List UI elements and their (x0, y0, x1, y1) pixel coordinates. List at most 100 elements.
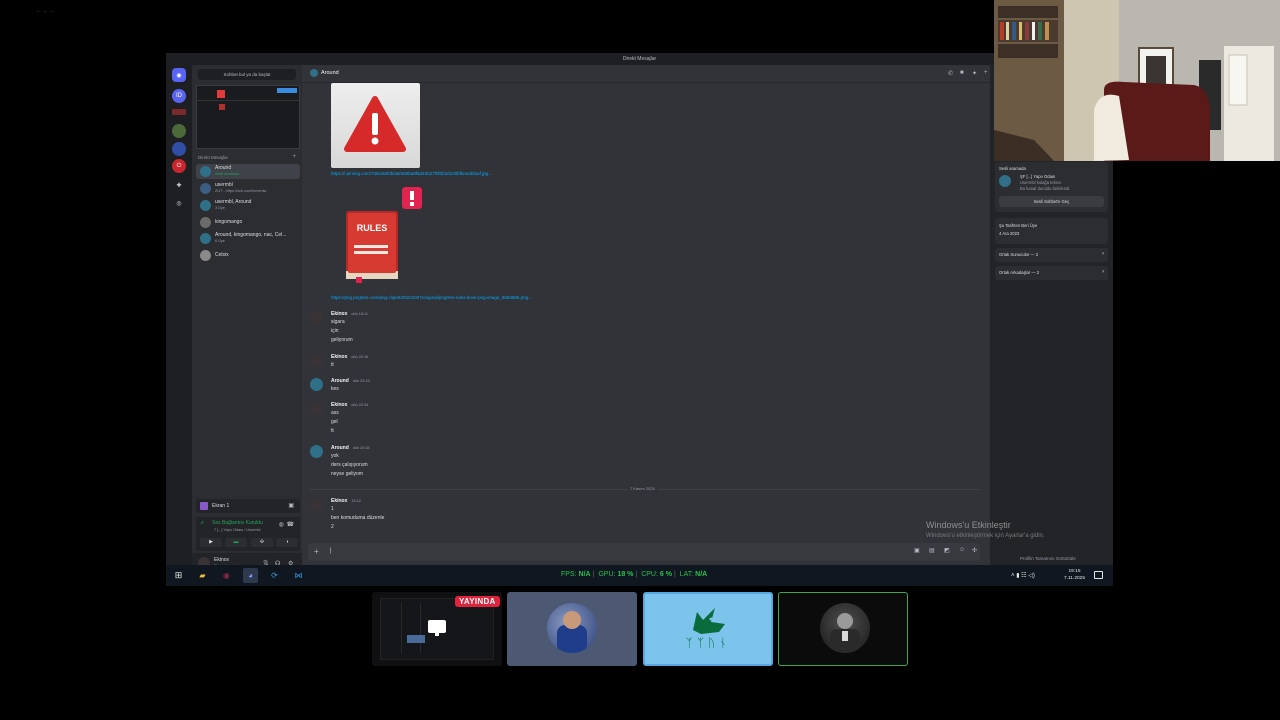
rules-book-icon (346, 187, 422, 283)
dm-name: usermbl, Around (215, 199, 252, 205)
share-screen-button[interactable]: ▬ (225, 538, 247, 547)
avatar-face (837, 613, 853, 629)
server-icon-green[interactable] (172, 124, 186, 138)
sticker-icon[interactable]: ◩ (944, 547, 950, 554)
vscode-icon[interactable]: ⋈ (291, 568, 306, 583)
windows-start-icon[interactable]: ⊞ (171, 568, 186, 583)
participant-tile-user-4[interactable] (778, 592, 908, 666)
discord-home-icon[interactable]: ◉ (172, 68, 186, 82)
avatar[interactable] (310, 402, 323, 415)
gpu-label: GPU: (598, 571, 616, 578)
chevron-right-icon: › (1102, 251, 1104, 257)
gift-icon[interactable]: ▣ (914, 547, 920, 554)
avatar[interactable] (310, 311, 323, 324)
add-server-icon[interactable]: ✚ (172, 178, 186, 192)
server-icon-red[interactable] (172, 109, 186, 115)
system-tray[interactable]: ˄ ▮ ☷ ◁) (1011, 572, 1035, 579)
chevron-up-icon[interactable]: ˄ (1011, 573, 1015, 579)
gif-icon[interactable]: ▤ (929, 547, 935, 554)
message-author[interactable]: Around (331, 378, 349, 384)
disconnect-icon[interactable]: ☎ (287, 521, 294, 528)
notification-icon[interactable] (1094, 571, 1103, 579)
dm-status: ZUT - https://sck.com/fomentw (215, 189, 267, 193)
participant-tile-user-3[interactable]: ᛉᛉᚢᚾ (643, 592, 773, 666)
avatar-face (563, 611, 581, 629)
file-explorer-icon[interactable]: ▰ (195, 568, 210, 583)
attach-icon[interactable]: + (314, 547, 319, 556)
image-link-2[interactable]: https://png.pngtree.com/png-clipart/2022… (331, 295, 532, 300)
message-author[interactable]: Ekinox (331, 498, 347, 504)
message-author[interactable]: Ekinox (331, 311, 347, 317)
warning-image[interactable] (331, 83, 420, 168)
screen-icon (200, 502, 208, 510)
dm-item-kingomango[interactable]: kingomango (196, 215, 300, 230)
avatar[interactable] (310, 378, 323, 391)
message-author[interactable]: Ekinox (331, 354, 347, 360)
dm-item-group-2[interactable]: Around, kingomango, nac, Cel... 6 Üye (196, 231, 300, 246)
shared-screen-window: Direkt Mesajlar ◉ ID ⏻ ✚ ◎ Sohbet bul ya… (166, 53, 1113, 586)
pin-icon[interactable]: ✦ (972, 70, 977, 77)
join-voice-button[interactable]: Sesli Sohbet'e Geç (999, 196, 1104, 207)
server-icon-id[interactable]: ID (172, 89, 186, 103)
dm-item-around[interactable]: Around Sesli aramada (196, 164, 300, 179)
message-time: 19:12 (351, 499, 361, 503)
view-full-profile-link[interactable]: Profilin Tamamını Görüntüle (1020, 556, 1076, 561)
mic-icon[interactable]: ▮ (1016, 573, 1019, 579)
image-link-1[interactable]: https://i.pinimg.com/736x/a6/0b/a8/a60ba… (331, 171, 492, 176)
dm-sidebar: Sohbet bul ya da başlat Direkt Mesajlar … (192, 65, 302, 575)
noise-icon[interactable]: ◍ (279, 521, 284, 528)
avatar (200, 250, 211, 261)
message-text: ben komuduma düzenle (331, 515, 385, 521)
avatar[interactable] (310, 445, 323, 458)
soundboard-button[interactable]: ◑ (276, 538, 298, 547)
explore-icon[interactable]: ◎ (172, 196, 186, 210)
message-text: için (331, 328, 339, 334)
windows-activation-text: Windows'u etkinleştirmek için Ayarlar'a … (926, 533, 1045, 539)
message-author[interactable]: Ekinox (331, 402, 347, 408)
avatar[interactable] (310, 498, 323, 511)
message-author[interactable]: Around (331, 445, 349, 451)
emoji-icon[interactable]: ☺ (959, 547, 965, 553)
stream-preview-thumbnail[interactable] (196, 85, 300, 149)
mutual-friends-row[interactable]: Ortak Arkadaşlar — 2 › (995, 266, 1108, 280)
avatar[interactable] (310, 354, 323, 367)
activity-button[interactable]: ✣ (251, 538, 273, 547)
add-friend-icon[interactable]: + (984, 70, 988, 76)
video-icon[interactable]: ■ (960, 70, 964, 76)
apps-icon[interactable]: ✣ (972, 547, 977, 554)
message-time: dün 20:34 (352, 446, 370, 450)
screen-share-indicator[interactable]: Ekran 1 ▣ (196, 499, 300, 513)
voice-status: Ses Bağlantısı Kuruldu (212, 520, 263, 526)
app-icon-blue[interactable]: ⟳ (267, 568, 282, 583)
server-icon-blue[interactable] (172, 142, 186, 156)
camera-button[interactable]: ▶ (200, 538, 222, 547)
dm-search-input[interactable]: Sohbet bul ya da başlat (198, 69, 296, 80)
message-input[interactable]: + | ▣ ▤ ◩ ☺ ✣ (308, 543, 980, 561)
message-text: gel (331, 419, 338, 425)
username: Ekinox (214, 557, 230, 563)
rules-book-image[interactable]: RULES (342, 187, 422, 283)
dm-status: Sesli aramada (215, 172, 240, 176)
call-icon[interactable]: ✆ (948, 70, 953, 77)
volume-icon[interactable]: ◁) (1028, 573, 1035, 579)
dm-item-group-1[interactable]: usermbl, Around 3 Üye (196, 198, 300, 213)
new-dm-icon[interactable]: + (292, 154, 296, 160)
participant-tile-user-2[interactable] (507, 592, 637, 666)
mutual-servers-row[interactable]: Ortak Sunucular — 2 › (995, 248, 1108, 262)
avatar-body (557, 625, 587, 653)
dm-name: Around (215, 165, 232, 171)
dm-item-usermbl[interactable]: usermbl ZUT - https://sck.com/fomentw (196, 181, 300, 196)
message-text: yok (331, 453, 339, 459)
top-left-decoration: — — — (36, 8, 55, 15)
participant-tile-stream[interactable]: YAYINDA (372, 592, 502, 666)
network-icon[interactable]: ☷ (1021, 573, 1026, 579)
message-text: 1 (331, 506, 334, 512)
clock-date: 7.11.2025 (1064, 576, 1085, 581)
server-icon-redlogo[interactable]: ⏻ (172, 159, 186, 173)
discord-taskbar-icon[interactable]: ◕ (243, 568, 258, 583)
screen-settings-icon[interactable]: ▣ (288, 502, 294, 509)
dm-item-celsix[interactable]: Celsix (196, 248, 300, 263)
app-icon-red[interactable]: ◉ (219, 568, 234, 583)
preview-columns (401, 603, 421, 653)
taskbar-clock[interactable]: 19:15 7.11.2025 (1064, 568, 1085, 582)
